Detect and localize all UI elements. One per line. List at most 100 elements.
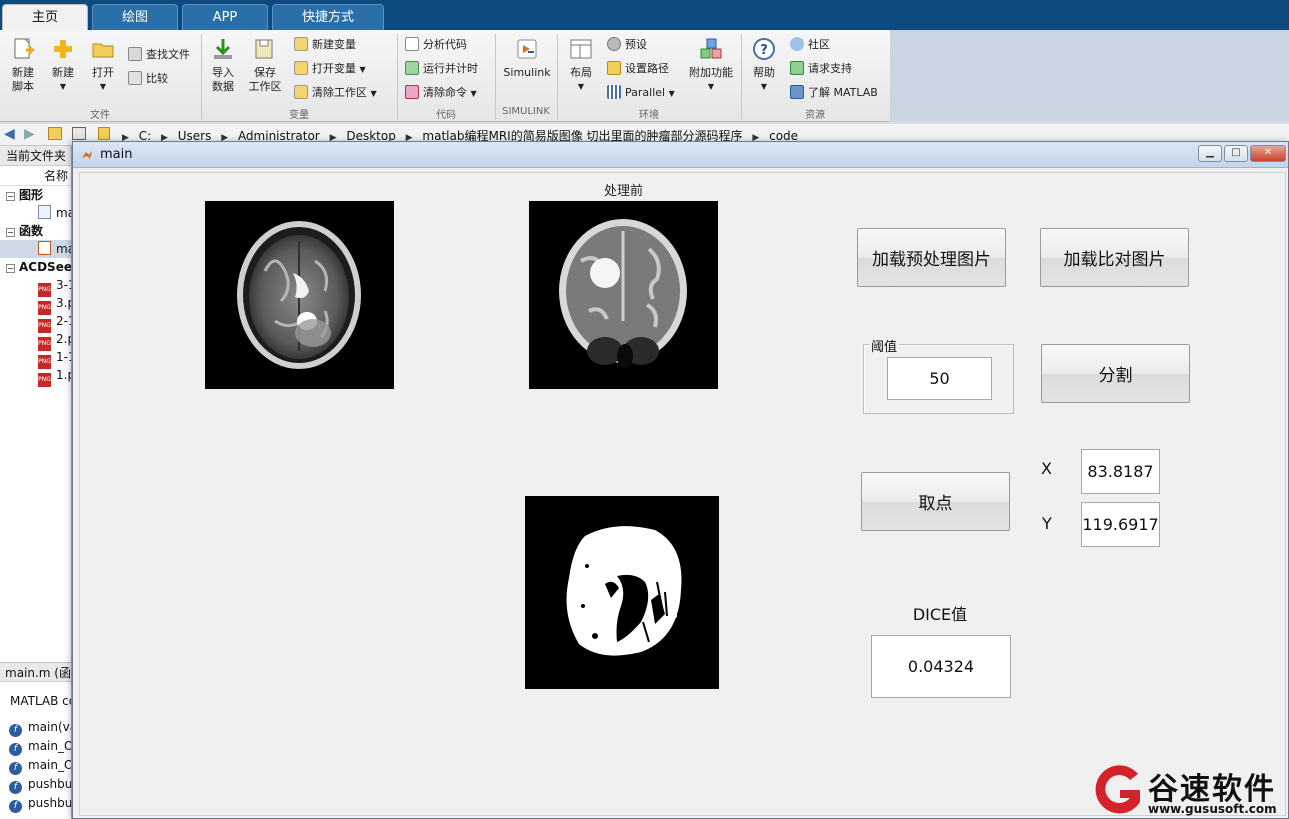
request-support-button[interactable]: 请求支持 bbox=[790, 60, 852, 78]
svg-text:?: ? bbox=[760, 43, 768, 58]
tab-home[interactable]: 主页 bbox=[2, 4, 88, 30]
layout-button[interactable]: 布局 ▼ bbox=[562, 36, 600, 94]
compare-label: 比较 bbox=[146, 72, 168, 85]
tree-file[interactable]: PNG1-1.png bbox=[0, 348, 71, 369]
forward-arrow-icon[interactable]: ▶ bbox=[24, 126, 35, 142]
threshold-panel: 阈值 50 bbox=[863, 336, 1014, 414]
minimize-button[interactable]: ▁ bbox=[1198, 145, 1222, 162]
new-variable-button[interactable]: 新建变量 bbox=[294, 36, 356, 54]
tree-file-label: 3-1.png bbox=[56, 278, 71, 292]
new-plus-icon bbox=[54, 40, 72, 58]
add-ons-button[interactable]: 附加功能 ▼ bbox=[686, 36, 736, 94]
analyze-code-button[interactable]: 分析代码 bbox=[405, 36, 467, 54]
open-dropdown-arrow-icon: ▼ bbox=[99, 82, 107, 91]
x-value: 83.8187 bbox=[1087, 462, 1154, 481]
preferences-button[interactable]: 预设 bbox=[607, 36, 647, 54]
column-header-name[interactable]: 名称 bbox=[0, 166, 71, 186]
parallel-button[interactable]: Parallel ▼ bbox=[607, 84, 675, 102]
dice-value-field[interactable]: 0.04324 bbox=[871, 635, 1011, 698]
run-and-time-button[interactable]: 运行并计时 bbox=[405, 60, 478, 78]
compare-button[interactable]: 比较 bbox=[128, 70, 168, 88]
compare-icon bbox=[128, 71, 142, 85]
function-list: f main(varargin) f main_OpeningFcn f main_O… bbox=[9, 718, 72, 813]
save-workspace-button[interactable]: 保存 工作区 bbox=[246, 36, 284, 94]
tree-file[interactable]: PNG2-1.png bbox=[0, 312, 71, 333]
pick-point-button[interactable]: 取点 bbox=[861, 472, 1010, 531]
axes-compare-image[interactable] bbox=[529, 201, 718, 389]
maximize-button[interactable]: □ bbox=[1224, 145, 1248, 162]
root-folder-icon bbox=[98, 127, 110, 140]
find-files-button[interactable]: 查找文件 bbox=[128, 46, 190, 64]
community-label: 社区 bbox=[808, 38, 830, 51]
close-button[interactable]: ✕ bbox=[1250, 145, 1286, 162]
function-item[interactable]: f pushbutton1_Callback bbox=[9, 775, 72, 794]
tree-file[interactable]: PNG 1.png bbox=[0, 366, 71, 387]
open-variable-label: 打开变量 bbox=[312, 62, 356, 75]
minimize-icon: ▁ bbox=[1206, 147, 1214, 158]
open-variable-button[interactable]: 打开变量 ▼ bbox=[294, 60, 366, 78]
y-value-field[interactable]: 119.6917 bbox=[1081, 502, 1160, 547]
function-icon: f bbox=[9, 800, 22, 813]
window-titlebar[interactable]: main ▁ □ ✕ bbox=[73, 142, 1288, 168]
tree-group-acdsee[interactable]: − ACDSee bbox=[0, 258, 71, 276]
tree-file[interactable]: PNG2.png bbox=[0, 330, 71, 351]
details-header: main.m (函数) bbox=[0, 662, 71, 682]
function-item[interactable]: f main_OpeningFcn bbox=[9, 737, 71, 756]
help-button[interactable]: ? 帮助 ▼ bbox=[746, 36, 782, 94]
collapse-icon[interactable]: − bbox=[6, 228, 15, 237]
back-arrow-icon[interactable]: ◀ bbox=[4, 126, 15, 142]
ribbon: 新建 脚本 新建 ▼ 打开 ▼ 查找文件 比较 文件 导入 数据 保存 工作区 … bbox=[0, 30, 1289, 122]
clear-workspace-button[interactable]: 清除工作区 ▼ bbox=[294, 84, 377, 102]
function-icon: f bbox=[9, 724, 22, 737]
tree-file[interactable]: PNG3-1.png bbox=[0, 276, 71, 297]
collapse-icon[interactable]: − bbox=[6, 192, 15, 201]
new-script-button[interactable]: 新建 脚本 bbox=[6, 36, 40, 94]
segment-button[interactable]: 分割 bbox=[1041, 344, 1190, 403]
load-compare-image-label: 加载比对图片 bbox=[1063, 250, 1166, 270]
tree-file[interactable]: main.fig bbox=[0, 204, 71, 222]
parallel-icon bbox=[607, 85, 621, 99]
function-item[interactable]: f main_OutputFcn bbox=[9, 756, 71, 775]
community-button[interactable]: 社区 bbox=[790, 36, 830, 54]
learn-matlab-button[interactable]: 了解 MATLAB bbox=[790, 84, 878, 102]
tab-home-label: 主页 bbox=[31, 10, 58, 25]
collapse-icon[interactable]: − bbox=[6, 264, 15, 273]
load-compare-image-button[interactable]: 加载比对图片 bbox=[1040, 228, 1189, 287]
tree-group-functions[interactable]: − 函数 bbox=[0, 222, 71, 240]
tab-shortcuts-label: 快捷方式 bbox=[301, 10, 354, 25]
new-script-icon bbox=[14, 38, 34, 59]
new-button[interactable]: 新建 ▼ bbox=[46, 36, 80, 94]
segment-label: 分割 bbox=[1098, 366, 1133, 386]
tree-file-label: main.fig bbox=[56, 206, 71, 220]
tab-apps[interactable]: APP bbox=[182, 4, 268, 30]
tab-plots[interactable]: 绘图 bbox=[92, 4, 178, 30]
dice-label: DICE值 bbox=[912, 605, 968, 624]
tree-file-selected[interactable]: main.m bbox=[0, 240, 71, 258]
simulink-button[interactable]: Simulink bbox=[500, 36, 554, 80]
up-folder-icon[interactable] bbox=[48, 127, 62, 140]
tree-file[interactable]: PNG3.png bbox=[0, 294, 71, 315]
preferences-label: 预设 bbox=[625, 38, 647, 51]
function-item[interactable]: f pushbutton2_Callback bbox=[9, 794, 71, 813]
new-dropdown-arrow-icon: ▼ bbox=[59, 82, 67, 91]
clear-commands-button[interactable]: 清除命令 ▼ bbox=[405, 84, 477, 102]
tree-group-figures[interactable]: − 图形 bbox=[0, 186, 71, 204]
import-data-button[interactable]: 导入 数据 bbox=[206, 36, 240, 94]
tab-shortcuts[interactable]: 快捷方式 bbox=[272, 4, 384, 30]
load-preprocess-image-button[interactable]: 加载预处理图片 bbox=[857, 228, 1006, 287]
clear-workspace-arrow-icon: ▼ bbox=[370, 89, 377, 98]
clear-commands-label: 清除命令 bbox=[423, 86, 467, 99]
clear-workspace-icon bbox=[294, 85, 308, 99]
x-value-field[interactable]: 83.8187 bbox=[1081, 449, 1160, 494]
browse-folder-icon[interactable] bbox=[72, 127, 86, 140]
function-item[interactable]: f main(varargin) bbox=[9, 718, 71, 737]
function-label: pushbutton1_Callback bbox=[28, 777, 72, 791]
import-data-label: 导入 数据 bbox=[212, 66, 234, 93]
group-label-file: 文件 bbox=[90, 110, 110, 121]
x-label: X bbox=[1041, 459, 1052, 478]
open-button[interactable]: 打开 ▼ bbox=[86, 36, 120, 94]
axes-segmentation-result[interactable] bbox=[525, 496, 719, 689]
set-path-button[interactable]: 设置路径 bbox=[607, 60, 669, 78]
threshold-input[interactable]: 50 bbox=[887, 357, 992, 400]
axes-original-image[interactable] bbox=[205, 201, 394, 389]
